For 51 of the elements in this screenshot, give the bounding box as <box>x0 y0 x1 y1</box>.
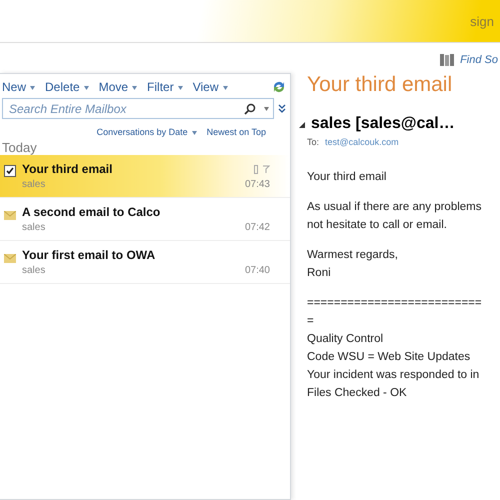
search-field[interactable]: Search Entire Mailbox <box>2 98 274 119</box>
caret-icon <box>222 86 228 90</box>
body-text: Warmest regards, <box>307 249 399 261</box>
body-text: not hesitate to call or email. <box>307 219 448 231</box>
dropdown-icon[interactable] <box>264 106 269 110</box>
collapse-icon[interactable] <box>299 122 305 128</box>
message-time: 07:43 <box>244 179 270 190</box>
body-text: Quality Control <box>307 333 384 345</box>
caret-icon <box>178 86 183 90</box>
checkbox-icon[interactable] <box>4 165 16 177</box>
email-subject: Your third email <box>306 73 454 98</box>
toolbar-menu[interactable]: Move <box>98 80 138 94</box>
refresh-icon[interactable] <box>272 80 286 94</box>
find-someone-link[interactable]: Find So <box>460 54 498 66</box>
message-sender: sales <box>22 179 46 190</box>
group-header: Today <box>1 141 38 155</box>
envelope-icon <box>4 211 16 220</box>
to-label: To: <box>307 137 320 147</box>
toolbar-menu[interactable]: New <box>2 80 36 94</box>
message-subject: Your third email <box>22 162 112 176</box>
body-text: ========================== <box>307 297 483 309</box>
message-row[interactable]: A second email to Calco sales 07:42 <box>0 198 290 241</box>
body-text: Roni <box>307 267 332 279</box>
message-row[interactable]: Your third email sales 07:43 <box>0 155 290 198</box>
message-subject: Your first email to OWA <box>22 248 156 262</box>
body-text: As usual if there are any problems <box>307 201 483 213</box>
expand-icon[interactable] <box>278 104 286 114</box>
toolbar-menu[interactable]: Filter <box>147 80 183 94</box>
sort-order-link[interactable]: Newest on Top <box>206 127 266 137</box>
envelope-icon <box>4 254 16 263</box>
caret-icon <box>132 86 138 90</box>
search-icon[interactable] <box>244 102 256 114</box>
message-sender: sales <box>22 265 46 276</box>
message-time: 07:40 <box>244 265 270 276</box>
body-text: = <box>307 315 315 327</box>
message-sender: sales <box>22 222 46 233</box>
arrange-by-link[interactable]: Conversations by Date <box>96 127 197 137</box>
message-subject: A second email to Calco <box>22 205 160 219</box>
caret-icon <box>84 86 89 90</box>
toolbar-menu[interactable]: Delete <box>45 80 89 94</box>
body-text: Code WSU = Web Site Updates <box>307 351 472 363</box>
body-text: Your third email <box>307 171 388 183</box>
message-time: 07:42 <box>244 222 270 233</box>
sender-name: sales [sales@cal… <box>299 115 500 133</box>
message-row[interactable]: Your first email to OWA sales 07:40 <box>0 241 290 284</box>
caret-icon <box>192 130 197 135</box>
caret-icon <box>30 86 36 90</box>
body-text: Your incident was responded to in <box>307 369 480 381</box>
body-text: Files Checked - OK <box>307 387 408 399</box>
recipient-link[interactable]: test@calcouk.com <box>325 137 399 147</box>
toolbar-menu[interactable]: View <box>192 80 228 94</box>
